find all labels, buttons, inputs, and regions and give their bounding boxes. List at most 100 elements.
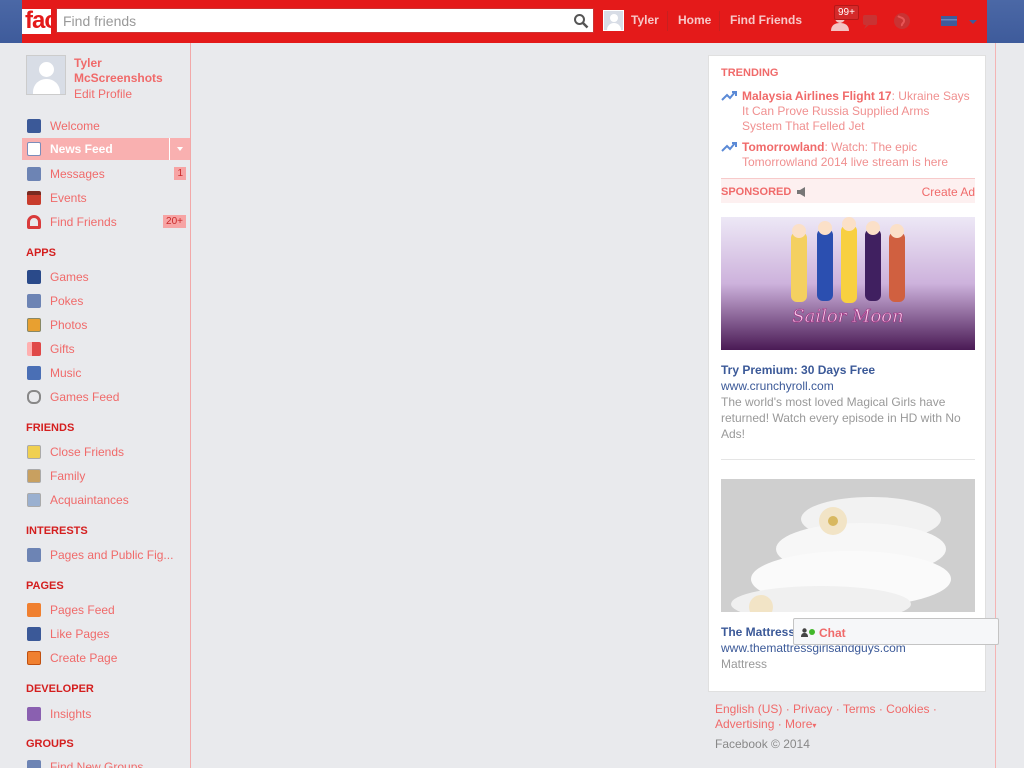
house-icon bbox=[27, 469, 41, 483]
sidebar-item-like-pages[interactable]: Like Pages bbox=[22, 623, 190, 645]
sidebar-item-find-friends[interactable]: Find Friends 20+ bbox=[22, 211, 190, 233]
privacy-shortcuts-icon[interactable] bbox=[938, 10, 960, 32]
star-icon bbox=[27, 445, 41, 459]
sidebar-item-news-feed[interactable]: News Feed bbox=[22, 138, 190, 160]
chevron-down-icon: ▾ bbox=[812, 721, 817, 730]
facebook-icon bbox=[27, 119, 41, 133]
sidebar-item-label: Gifts bbox=[50, 342, 75, 356]
find-friends-count-badge: 20+ bbox=[163, 215, 186, 228]
games-icon bbox=[27, 270, 41, 284]
sidebar-item-label: News Feed bbox=[50, 142, 113, 156]
plus-icon bbox=[27, 651, 41, 665]
sidebar-item-events[interactable]: Events bbox=[22, 187, 190, 209]
person-icon bbox=[801, 628, 808, 637]
sidebar-item-label: Messages bbox=[50, 167, 105, 181]
messages-icon[interactable] bbox=[860, 10, 882, 32]
search-input[interactable] bbox=[57, 9, 557, 32]
footer-link-advertising[interactable]: Advertising bbox=[715, 717, 774, 731]
sidebar-item-messages[interactable]: Messages 1 bbox=[22, 163, 190, 185]
sidebar-item-label: Like Pages bbox=[50, 627, 110, 641]
edit-profile-link[interactable]: Edit Profile bbox=[74, 87, 132, 101]
home-link[interactable]: Home bbox=[678, 13, 711, 27]
news-feed-icon bbox=[27, 142, 41, 156]
find-friends-icon bbox=[27, 215, 41, 229]
footer-link-more[interactable]: More bbox=[785, 717, 812, 731]
sidebar-item-music[interactable]: Music bbox=[22, 362, 190, 384]
sidebar-item-welcome[interactable]: Welcome bbox=[22, 115, 190, 137]
ad-title[interactable]: The Mattress bbox=[721, 625, 795, 639]
megaphone-icon bbox=[797, 187, 805, 197]
chat-label: Chat bbox=[819, 626, 846, 640]
find-friends-link[interactable]: Find Friends bbox=[730, 13, 802, 27]
sidebar-item-games[interactable]: Games bbox=[22, 266, 190, 288]
sidebar-item-gifts[interactable]: Gifts bbox=[22, 338, 190, 360]
sidebar-item-label: Insights bbox=[50, 707, 92, 721]
footer-link-language[interactable]: English (US) bbox=[715, 702, 782, 716]
sidebar-item-photos[interactable]: Photos bbox=[22, 314, 190, 336]
sidebar-item-insights[interactable]: Insights bbox=[22, 703, 190, 725]
photos-icon bbox=[27, 318, 41, 332]
sidebar-item-label: Pokes bbox=[50, 294, 84, 308]
sidebar-item-label: Games bbox=[50, 270, 89, 284]
create-ad-link[interactable]: Create Ad bbox=[922, 185, 975, 199]
facebook-logo[interactable]: fac bbox=[22, 9, 51, 34]
sidebar-item-label: Create Page bbox=[50, 651, 118, 665]
search-icon[interactable] bbox=[573, 13, 589, 29]
megaphone-icon bbox=[27, 603, 41, 617]
svg-text:Sailor Moon: Sailor Moon bbox=[792, 306, 903, 327]
copyright: Facebook © 2014 bbox=[715, 737, 810, 751]
sidebar-item-create-page[interactable]: Create Page bbox=[22, 647, 190, 669]
sidebar-item-games-feed[interactable]: Games Feed bbox=[22, 386, 190, 408]
chart-icon bbox=[27, 707, 41, 721]
ad-description: The world's most loved Magical Girls hav… bbox=[721, 395, 961, 441]
sidebar-item-close-friends[interactable]: Close Friends bbox=[22, 441, 190, 463]
sidebar-item-label: Events bbox=[50, 191, 87, 205]
sidebar-item-label: Games Feed bbox=[50, 390, 120, 404]
ad-title[interactable]: Try Premium: 30 Days Free bbox=[721, 363, 875, 377]
divider bbox=[721, 459, 975, 460]
rss-icon bbox=[27, 548, 41, 562]
ad-url[interactable]: www.crunchyroll.com bbox=[721, 379, 834, 393]
divider bbox=[667, 11, 668, 31]
footer-link-cookies[interactable]: Cookies bbox=[886, 702, 929, 716]
sidebar-item-label: Find Friends bbox=[50, 215, 117, 229]
section-heading-friends: FRIENDS bbox=[26, 422, 75, 434]
sidebar-item-pages-feed[interactable]: Pages Feed bbox=[22, 599, 190, 621]
chat-bar[interactable]: Chat bbox=[793, 618, 999, 645]
pokes-icon bbox=[27, 294, 41, 308]
divider bbox=[719, 11, 720, 31]
profile-name[interactable]: Tyler McScreenshots bbox=[74, 56, 184, 86]
profile-picture[interactable] bbox=[26, 55, 66, 95]
groups-icon bbox=[27, 760, 41, 768]
ad-image-anime[interactable]: Sailor Moon bbox=[721, 217, 975, 350]
sidebar-item-label: Pages and Public Fig... bbox=[50, 548, 174, 562]
gifts-icon bbox=[27, 342, 41, 356]
footer: English (US) · Privacy · Terms · Cookies… bbox=[715, 702, 937, 751]
sidebar-item-pages-public-figures[interactable]: Pages and Public Fig... bbox=[22, 544, 190, 566]
footer-link-terms[interactable]: Terms bbox=[843, 702, 876, 716]
news-feed-options-button[interactable] bbox=[169, 138, 190, 160]
trending-arrow-icon bbox=[721, 91, 737, 101]
ad-image-pillows[interactable] bbox=[721, 479, 975, 612]
sidebar-item-acquaintances[interactable]: Acquaintances bbox=[22, 489, 190, 511]
sidebar-item-label: Welcome bbox=[50, 119, 100, 133]
trending-text: Tomorrowland: Watch: The epic Tomorrowla… bbox=[742, 140, 949, 169]
messages-count-badge: 1 bbox=[174, 167, 186, 180]
trending-text: Malaysia Airlines Flight 17: Ukraine Say… bbox=[742, 89, 970, 133]
messages-icon bbox=[27, 167, 41, 181]
footer-link-privacy[interactable]: Privacy bbox=[793, 702, 832, 716]
thumbs-up-icon bbox=[27, 627, 41, 641]
sidebar-item-find-new-groups[interactable]: Find New Groups bbox=[22, 756, 190, 768]
sidebar-item-label: Close Friends bbox=[50, 445, 125, 459]
trending-arrow-icon bbox=[721, 142, 737, 152]
page-edge-line bbox=[995, 43, 996, 768]
sponsored-header: SPONSORED Create Ad bbox=[721, 178, 975, 203]
sidebar-item-pokes[interactable]: Pokes bbox=[22, 290, 190, 312]
user-avatar[interactable] bbox=[603, 10, 624, 31]
section-heading-apps: APPS bbox=[26, 247, 56, 259]
chevron-down-icon[interactable] bbox=[962, 10, 984, 32]
globe-icon[interactable] bbox=[891, 10, 913, 32]
profile-link[interactable]: Tyler bbox=[631, 13, 659, 27]
online-status-icon bbox=[809, 629, 815, 635]
sidebar-item-family[interactable]: Family bbox=[22, 465, 190, 487]
